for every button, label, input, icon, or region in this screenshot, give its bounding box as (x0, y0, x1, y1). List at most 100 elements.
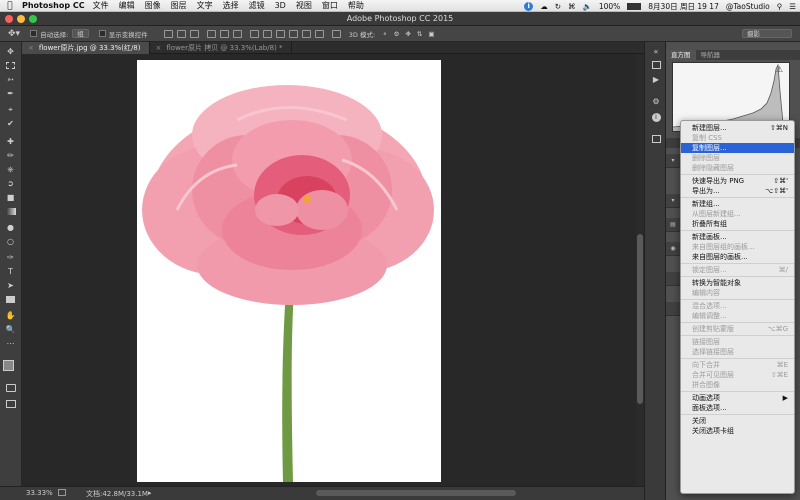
drag-3d-icon[interactable]: ✥ (405, 30, 410, 38)
menu-view[interactable]: 视图 (296, 0, 312, 11)
horizontal-scroll-thumb[interactable] (316, 490, 516, 496)
layers-lock[interactable]: ▤ (666, 218, 680, 232)
layer-row[interactable] (666, 272, 680, 286)
menu-type[interactable]: 文字 (197, 0, 213, 11)
menu-item[interactable]: 转换为智能对象 (681, 278, 794, 288)
actions-panel-icon[interactable]: ▶ (650, 74, 662, 84)
close-window-button[interactable] (5, 15, 13, 23)
quick-select-tool-icon[interactable]: ✒ (3, 88, 18, 99)
tab-histogram[interactable]: 直方图 (666, 50, 696, 60)
menu-item[interactable]: 快速导出为 PNG ⇧⌘' (681, 176, 794, 186)
move-tool-preset-icon[interactable]: ✥▾ (8, 29, 20, 39)
menu-3d[interactable]: 3D (275, 1, 286, 10)
slide-3d-icon[interactable]: ⇅ (417, 30, 422, 38)
wifi-icon[interactable]: ⌘ (568, 2, 576, 11)
share-icon[interactable] (58, 489, 66, 496)
info-icon[interactable]: i (524, 1, 534, 11)
battery-icon[interactable] (627, 2, 642, 10)
rectangle-tool-icon[interactable] (3, 294, 18, 305)
brush-tool-icon[interactable]: ✏ (3, 150, 18, 161)
menu-help[interactable]: 帮助 (348, 0, 364, 11)
tab-navigator[interactable]: 导航器 (696, 50, 726, 60)
show-transform-checkbox[interactable]: 显示变换控件 (98, 29, 148, 39)
menu-item[interactable]: 来自图层的画板... (681, 252, 794, 262)
notification-center-icon[interactable]: ☰ (789, 2, 796, 11)
close-tab-icon[interactable]: × (28, 44, 34, 52)
info-panel-icon[interactable]: i (650, 112, 662, 122)
align-top-icon[interactable] (163, 29, 173, 38)
roll-3d-icon[interactable]: ⚙ (394, 30, 400, 38)
more-tools-icon[interactable]: ⋯ (3, 338, 18, 349)
eraser-tool-icon[interactable]: ■ (3, 192, 18, 203)
menu-item[interactable]: 复制图层... (681, 143, 794, 153)
volume-icon[interactable]: 🔈 (582, 2, 591, 11)
menu-window[interactable]: 窗口 (322, 0, 338, 11)
orbit-3d-icon[interactable]: ⚬ (382, 30, 387, 38)
menu-file[interactable]: 文件 (93, 0, 109, 11)
gradient-tool-icon[interactable] (3, 206, 18, 217)
layers-blend-mode[interactable]: ▾ (666, 194, 680, 208)
marquee-tool-icon[interactable] (3, 60, 18, 71)
menu-item[interactable]: 新建图层... ⇧⌘N (681, 123, 794, 133)
document-tab-2[interactable]: × flower原片 拷贝 @ 33.3%(Lab/8) * (150, 42, 292, 54)
distribute-hcenter-icon[interactable] (301, 29, 311, 38)
zoom-window-button[interactable] (29, 15, 37, 23)
distribute-right-icon[interactable] (314, 29, 324, 38)
eyedropper-tool-icon[interactable]: ✔ (3, 118, 18, 129)
auto-align-icon[interactable] (331, 29, 341, 38)
zoom-tool-icon[interactable]: 🔍 (3, 324, 18, 335)
history-panel-icon[interactable] (650, 60, 662, 70)
layer-row[interactable] (666, 302, 680, 316)
pen-tool-icon[interactable]: ✑ (3, 252, 18, 263)
menu-select[interactable]: 选择 (223, 0, 239, 11)
channels-panel-icon[interactable] (650, 134, 662, 144)
sync-icon[interactable]: ↻ (555, 2, 561, 11)
menu-item[interactable]: 新建画板... (681, 232, 794, 242)
history-brush-tool-icon[interactable]: ➲ (3, 178, 18, 189)
align-vcenter-icon[interactable] (176, 29, 186, 38)
hand-tool-icon[interactable]: ✋ (3, 310, 18, 321)
menu-image[interactable]: 图像 (145, 0, 161, 11)
menu-item[interactable]: 新建组... (681, 199, 794, 209)
distribute-left-icon[interactable] (288, 29, 298, 38)
menu-item[interactable]: 关闭选项卡组 (681, 426, 794, 436)
app-menu[interactable]: Photoshop CC (22, 1, 85, 10)
document-tab-1[interactable]: × flower原片.jpg @ 33.3%(红/8) (22, 42, 150, 54)
color-swatches[interactable] (3, 360, 19, 376)
vertical-scroll-thumb[interactable] (637, 234, 643, 404)
clock[interactable]: 8月30日 周日 19 17 (648, 1, 719, 12)
cloud-icon[interactable]: ☁ (540, 2, 548, 11)
align-bottom-icon[interactable] (189, 29, 199, 38)
layer-visibility-icon[interactable]: ◉ (666, 242, 680, 256)
crop-tool-icon[interactable]: ⌖ (3, 104, 18, 115)
auto-select-checkbox[interactable]: 自动选择: (30, 29, 68, 39)
quick-mask-icon[interactable] (3, 382, 18, 393)
zoom-level[interactable]: 33.33% (26, 489, 53, 497)
menu-item[interactable]: 折叠所有组 (681, 219, 794, 229)
distribute-top-icon[interactable] (249, 29, 259, 38)
align-left-icon[interactable] (206, 29, 216, 38)
layers-kind-filter[interactable]: ▾ (666, 154, 680, 168)
align-hcenter-icon[interactable] (219, 29, 229, 38)
menu-item[interactable]: 面板选项... (681, 403, 794, 413)
menu-edit[interactable]: 编辑 (119, 0, 135, 11)
auto-select-dropdown[interactable]: 组 (72, 29, 89, 38)
blur-tool-icon[interactable]: ● (3, 222, 18, 233)
user-name[interactable]: @TaoStudio (726, 2, 770, 11)
dodge-tool-icon[interactable]: ○ (3, 236, 18, 247)
healing-brush-tool-icon[interactable]: ✚ (3, 136, 18, 147)
move-tool-icon[interactable]: ✥ (3, 46, 18, 57)
align-right-icon[interactable] (232, 29, 242, 38)
scale-3d-icon[interactable]: ▣ (428, 30, 434, 38)
warning-icon[interactable]: ⚠ (776, 65, 783, 74)
menu-item[interactable]: 关闭 (681, 416, 794, 426)
distribute-bottom-icon[interactable] (275, 29, 285, 38)
document-canvas[interactable] (137, 60, 441, 482)
path-selection-tool-icon[interactable]: ➤ (3, 280, 18, 291)
vertical-scrollbar[interactable] (636, 54, 644, 486)
workspace-dropdown[interactable]: 摄影 (742, 29, 792, 38)
properties-panel-icon[interactable]: ⚙ (650, 96, 662, 106)
clone-stamp-tool-icon[interactable]: ⎈ (3, 164, 18, 175)
close-tab-icon[interactable]: × (156, 44, 162, 52)
apple-icon[interactable]:  (4, 1, 16, 11)
